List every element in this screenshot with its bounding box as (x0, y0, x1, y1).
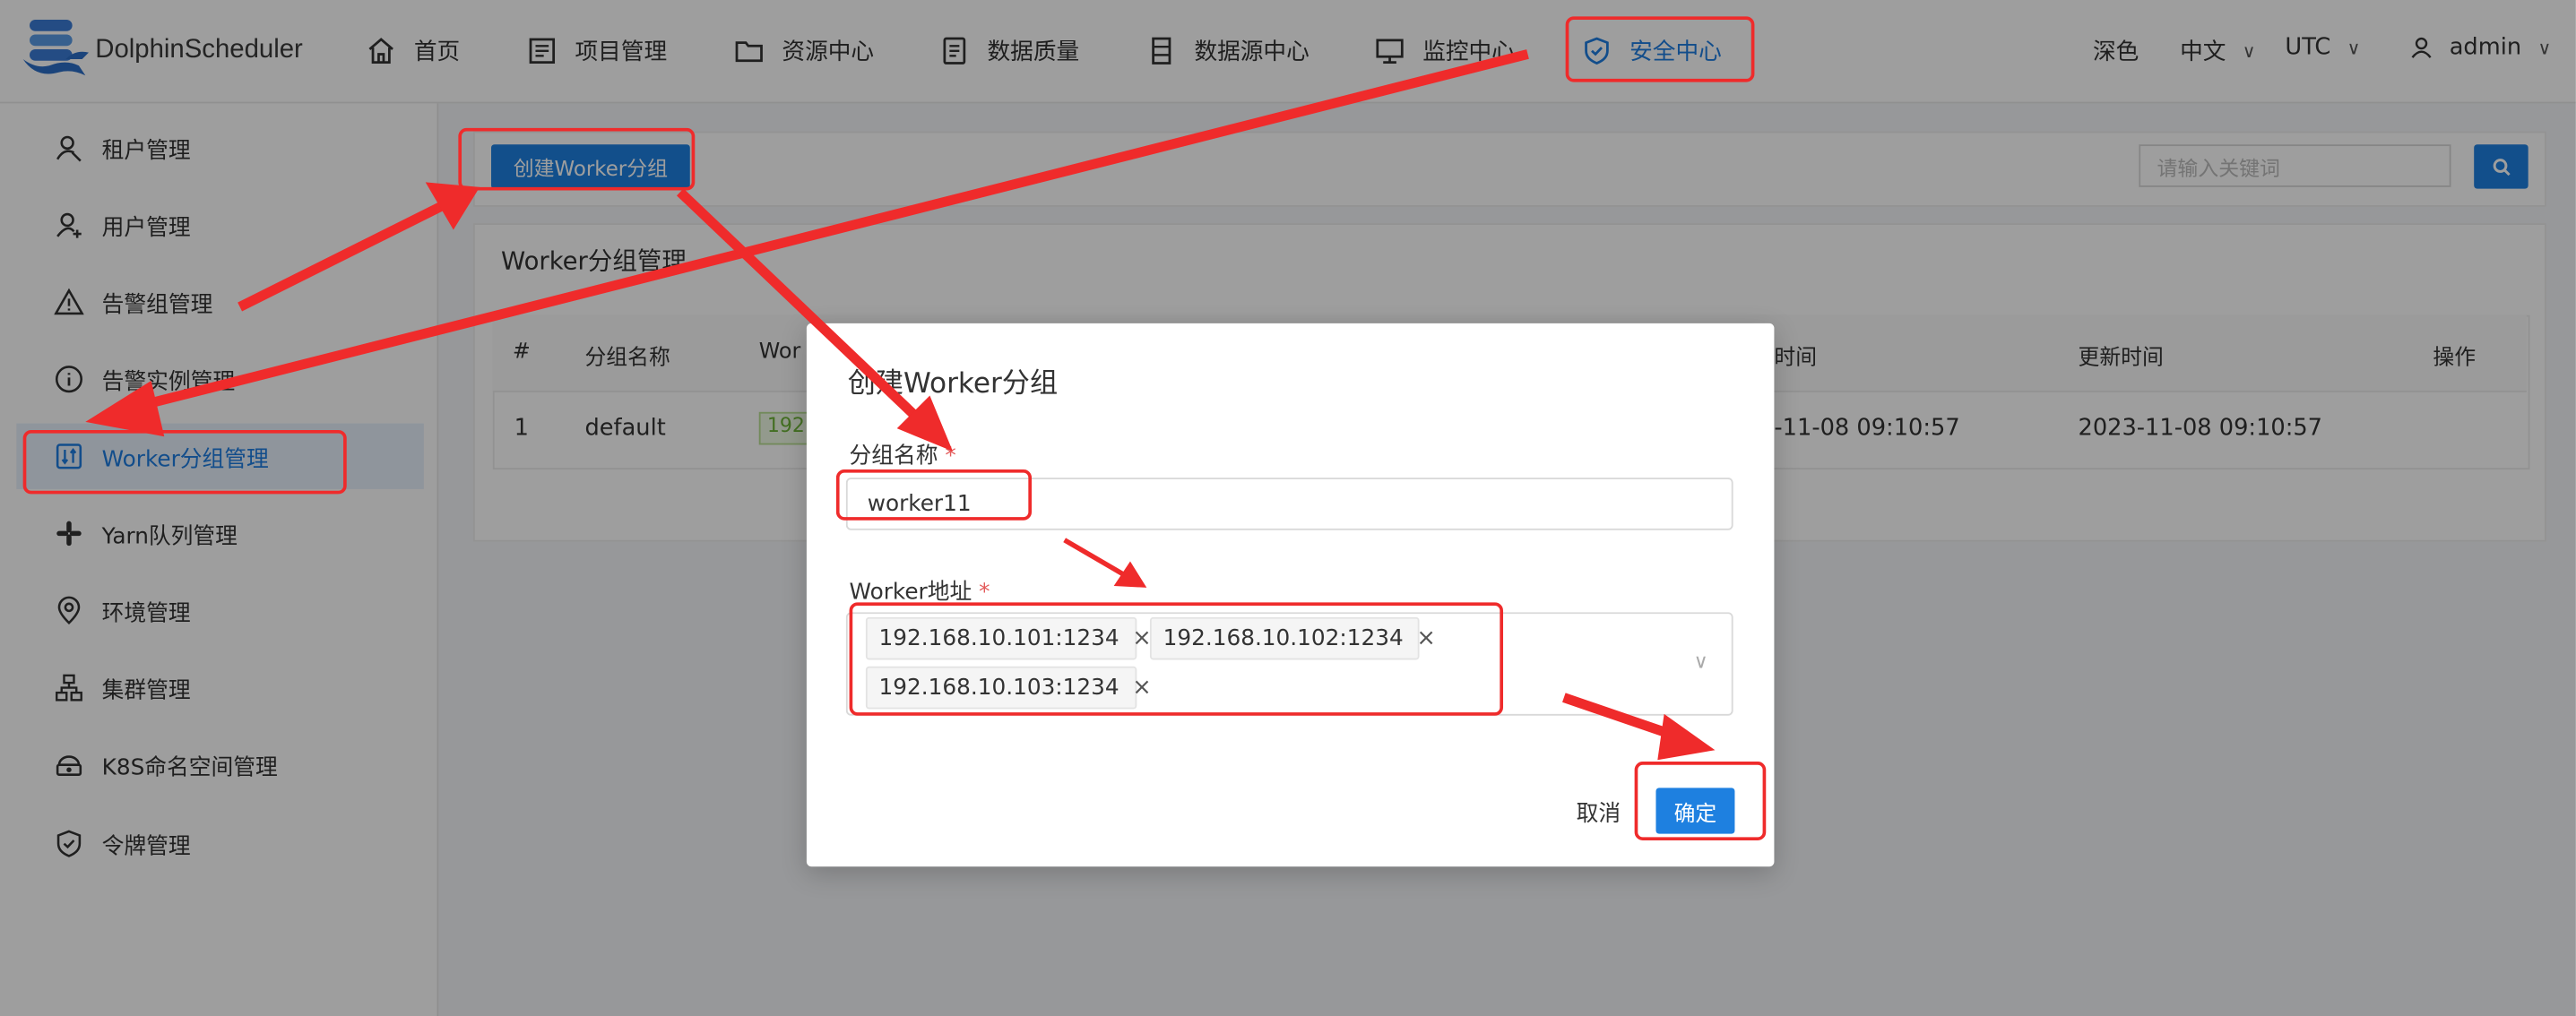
annotation-arrows (85, 49, 1716, 761)
page-root: DolphinScheduler 首页 项目管理 资源中心 数据质量 数据源中心… (0, 0, 2576, 1016)
